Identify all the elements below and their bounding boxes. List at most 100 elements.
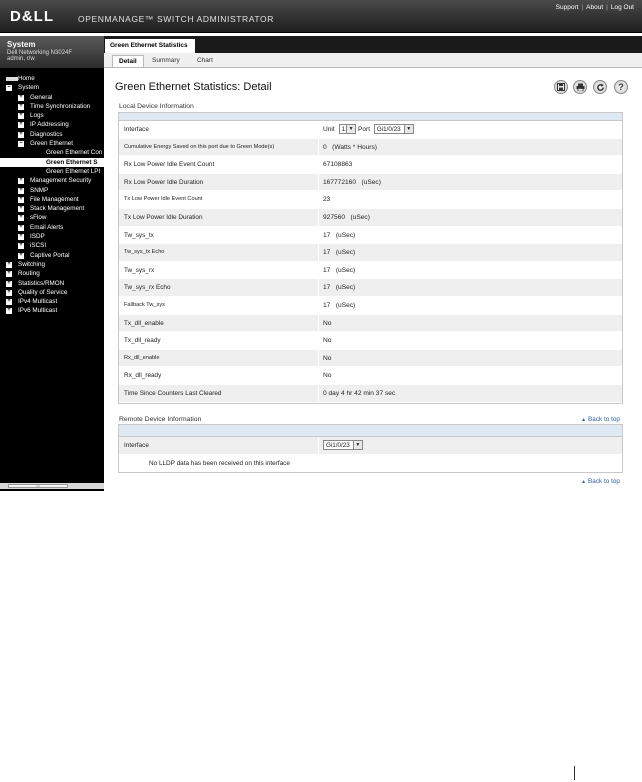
expand-icon[interactable]: + — [6, 280, 12, 287]
sidebar-item-label: Green Ethernet LPI — [46, 167, 101, 175]
save-icon[interactable] — [554, 80, 568, 94]
table-header — [119, 113, 622, 121]
sidebar-item[interactable]: + Diagnostics — [0, 130, 104, 139]
system-panel-header: System Dell Networking N3024F admin, r/w — [0, 36, 104, 68]
cell-divider — [318, 332, 319, 350]
cell-divider — [318, 191, 319, 209]
expand-icon[interactable]: + — [18, 112, 24, 120]
sidebar-item[interactable]: + SNMP — [0, 186, 104, 195]
up-triangle-icon: ▲ — [581, 479, 587, 485]
sidebar-item-label: sFlow — [30, 214, 47, 222]
cell-divider — [318, 156, 319, 174]
sidebar-item[interactable]: + Email Alerts — [0, 223, 104, 232]
expand-icon[interactable]: + — [18, 103, 24, 110]
sidebar-item[interactable]: – Green Ethernet — [0, 139, 104, 148]
sidebar-scrollbar[interactable]: III — [0, 483, 104, 489]
sidebar-item[interactable]: + Switching — [0, 260, 104, 269]
stat-value: 0 day 4 hr 42 min 37 sec — [323, 389, 396, 397]
sidebar-item[interactable]: Green Ethernet LPI — [0, 167, 104, 176]
expand-icon[interactable]: + — [18, 214, 24, 222]
remote-port-value: Gi1/0/23 — [326, 442, 350, 450]
port-select[interactable]: Gi1/0/23 ▼ — [373, 124, 414, 135]
table-row: Rx_dll_ready No — [119, 367, 622, 385]
table-row: Rx Low Power Idle Event Count 67108863 — [119, 156, 622, 174]
table-row: Tw_sys_rx 17 (uSec) — [119, 261, 622, 280]
subtab-detail[interactable]: Detail — [112, 55, 144, 67]
sidebar-item[interactable]: Green Ethernet Con — [0, 148, 104, 157]
stat-value: 17 (uSec) — [323, 249, 356, 257]
sidebar-item[interactable]: + IPv4 Multicast — [0, 297, 104, 306]
expand-icon[interactable]: + — [6, 298, 12, 306]
collapse-icon[interactable]: – — [18, 140, 24, 148]
chevron-down-icon: ▼ — [346, 125, 356, 134]
sidebar-item[interactable]: + iSCSI — [0, 241, 104, 250]
subtab-summary[interactable]: Summary — [146, 55, 186, 67]
sidebar-item[interactable]: + sFlow — [0, 213, 104, 222]
expand-icon[interactable]: + — [18, 224, 24, 231]
sidebar-item[interactable]: Home — [0, 74, 104, 83]
about-link[interactable]: About — [586, 4, 603, 11]
collapse-icon[interactable]: – — [6, 84, 12, 92]
support-link[interactable]: Support — [556, 4, 579, 11]
tab-green-ethernet-statistics[interactable]: Green Ethernet Statistics — [105, 39, 195, 53]
scrollbar-thumb[interactable]: III — [8, 484, 68, 488]
sidebar-item[interactable]: + Quality of Service — [0, 288, 104, 297]
expand-icon[interactable]: + — [6, 261, 12, 268]
expand-icon[interactable]: + — [18, 177, 24, 185]
sidebar-item-label: ISDP — [30, 233, 45, 241]
expand-icon[interactable]: + — [18, 205, 24, 213]
sidebar-item-label: Green Ethernet Con — [46, 149, 103, 157]
sidebar-item[interactable]: + Time Synchronization — [0, 102, 104, 111]
sidebar-item-label: Logs — [30, 112, 44, 120]
stat-label: Rx_dll_enable — [124, 354, 160, 361]
logout-link[interactable]: Log Out — [611, 4, 634, 11]
sidebar-item[interactable]: – System — [0, 83, 104, 92]
back-to-top-link[interactable]: ▲ Back to top — [581, 478, 620, 485]
back-to-top-link[interactable]: ▲ Back to top — [581, 416, 620, 423]
sidebar-item[interactable]: + Statistics/RMON — [0, 279, 104, 288]
expand-icon[interactable]: + — [18, 94, 24, 101]
unit-select[interactable]: 1 ▼ — [338, 124, 357, 135]
sidebar-item[interactable]: Green Ethernet S — [0, 157, 104, 167]
expand-icon[interactable]: + — [6, 270, 12, 278]
sidebar-item[interactable]: + IPv6 Multicast — [0, 306, 104, 315]
table-row: Tw_sys_rx Echo 17 (uSec) — [119, 279, 622, 297]
expand-icon[interactable]: + — [18, 187, 24, 194]
stat-value: 23 — [323, 196, 331, 204]
print-icon[interactable] — [573, 80, 587, 94]
sidebar-item[interactable]: + General — [0, 93, 104, 102]
remote-device-table: Interface Gi1/0/23 ▼ No LLDP data has bee… — [118, 424, 623, 474]
navigation-tree: Home – System + General + Time Synchronization… — [0, 74, 104, 316]
refresh-icon[interactable] — [593, 80, 607, 94]
sidebar-item[interactable]: + IP Addressing — [0, 120, 104, 129]
sidebar-item[interactable]: + Routing — [0, 269, 104, 278]
expand-icon[interactable]: + — [18, 242, 24, 250]
sidebar-item-label: Statistics/RMON — [18, 279, 65, 287]
sidebar-item-label: Diagnostics — [30, 130, 63, 138]
home-icon — [6, 77, 18, 81]
sidebar-item[interactable]: + Logs — [0, 111, 104, 120]
expand-icon[interactable]: + — [18, 252, 24, 259]
sidebar-item[interactable]: + File Management — [0, 195, 104, 204]
help-icon[interactable]: ? — [614, 80, 628, 94]
cell-divider — [318, 367, 319, 385]
stat-value: 167772160 (uSec) — [323, 178, 381, 186]
sidebar-item-label: General — [30, 93, 53, 101]
remote-port-select[interactable]: Gi1/0/23 ▼ — [323, 440, 363, 451]
sidebar-item-label: File Management — [30, 195, 79, 203]
sidebar-item[interactable]: + Stack Management — [0, 204, 104, 213]
expand-icon[interactable]: + — [6, 289, 12, 296]
expand-icon[interactable]: + — [18, 233, 24, 241]
expand-icon[interactable]: + — [18, 196, 24, 203]
sidebar-item[interactable]: + Captive Portal — [0, 251, 104, 260]
sidebar-item[interactable]: + Management Security — [0, 176, 104, 185]
subtab-chart[interactable]: Chart — [191, 55, 219, 67]
up-triangle-icon: ▲ — [581, 417, 587, 423]
cell-divider — [318, 384, 319, 403]
cell-divider — [318, 279, 319, 297]
expand-icon[interactable]: + — [18, 121, 24, 129]
expand-icon[interactable]: + — [6, 307, 12, 315]
expand-icon[interactable]: + — [18, 131, 24, 138]
cell-divider — [318, 314, 319, 333]
sidebar-item[interactable]: + ISDP — [0, 232, 104, 241]
